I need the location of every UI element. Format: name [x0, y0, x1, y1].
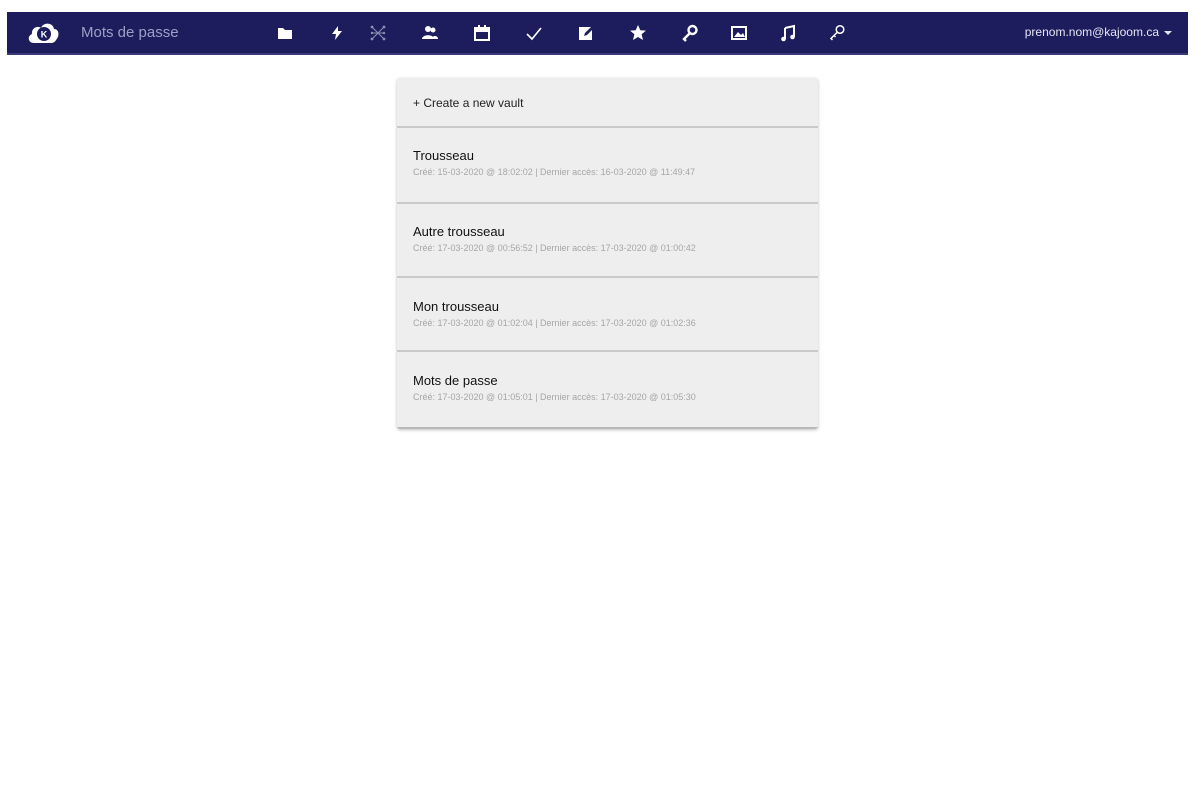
- vault-name: Mots de passe: [413, 373, 498, 388]
- user-menu[interactable]: prenom.nom@kajoom.ca: [1025, 25, 1172, 39]
- vault-item[interactable]: Autre trousseau Créé: 17-03-2020 @ 00:56…: [397, 204, 818, 278]
- vault-name: Trousseau: [413, 148, 474, 163]
- logo-letter: K: [41, 30, 48, 40]
- lightning-icon[interactable]: [327, 23, 347, 43]
- chevron-down-icon: [1164, 30, 1172, 35]
- vault-list: + Create a new vault Trousseau Créé: 15-…: [397, 78, 818, 429]
- page: K Mots de passe prenom.nom@kajoom.ca + C…: [0, 0, 1196, 807]
- create-vault-button[interactable]: + Create a new vault: [397, 78, 818, 128]
- vault-name: Autre trousseau: [413, 224, 505, 239]
- notes-icon[interactable]: [576, 23, 596, 43]
- cloud-icon[interactable]: K: [26, 19, 60, 45]
- vault-meta: Créé: 17-03-2020 @ 01:02:04 | Dernier ac…: [413, 318, 696, 328]
- vault-meta: Créé: 17-03-2020 @ 01:05:01 | Dernier ac…: [413, 392, 696, 402]
- contacts-icon[interactable]: [420, 23, 440, 43]
- star-icon[interactable]: [628, 23, 648, 43]
- top-navigation-bar: K Mots de passe prenom.nom@kajoom.ca: [7, 12, 1188, 55]
- network-icon[interactable]: [368, 23, 388, 43]
- key-icon[interactable]: [680, 23, 700, 43]
- vault-name: Mon trousseau: [413, 299, 499, 314]
- checkmark-icon[interactable]: [524, 23, 544, 43]
- gallery-icon[interactable]: [729, 23, 749, 43]
- music-icon[interactable]: [778, 23, 798, 43]
- vault-meta: Créé: 15-03-2020 @ 18:02:02 | Dernier ac…: [413, 167, 696, 177]
- folder-icon[interactable]: [275, 23, 295, 43]
- password-key-icon[interactable]: [827, 23, 847, 43]
- vault-item[interactable]: Mon trousseau Créé: 17-03-2020 @ 01:02:0…: [397, 278, 818, 352]
- vault-meta: Créé: 17-03-2020 @ 00:56:52 | Dernier ac…: [413, 243, 696, 253]
- user-email: prenom.nom@kajoom.ca: [1024, 25, 1159, 39]
- calendar-icon[interactable]: [472, 23, 492, 43]
- app-title: Mots de passe: [81, 24, 179, 41]
- vault-item[interactable]: Trousseau Créé: 15-03-2020 @ 18:02:02 | …: [397, 128, 818, 204]
- vault-item[interactable]: Mots de passe Créé: 17-03-2020 @ 01:05:0…: [397, 352, 818, 429]
